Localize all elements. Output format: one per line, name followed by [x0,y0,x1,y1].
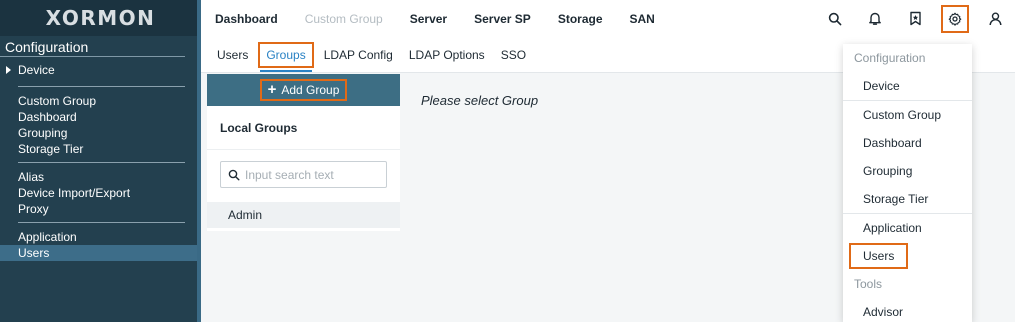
sidebar-item-device[interactable]: Device [0,63,201,81]
nav-custom-group[interactable]: Custom Group [305,12,383,26]
sidebar-item-grouping[interactable]: Grouping [0,125,201,141]
menu-item-application[interactable]: Application [843,214,972,242]
settings-dropdown: Configuration Device Custom Group Dashbo… [843,44,972,322]
bookmark-icon [909,11,921,26]
tab-users[interactable]: Users [217,48,248,62]
menu-item-dashboard[interactable]: Dashboard [843,129,972,157]
tab-ldap-options[interactable]: LDAP Options [409,48,485,62]
panel-title: Local Groups [207,106,400,150]
sidebar-item-custom-group[interactable]: Custom Group [0,93,201,109]
sidebar-item-users[interactable]: Users [0,245,197,261]
sidebar-section-title: Configuration [5,39,89,55]
menu-item-storage-tier[interactable]: Storage Tier [843,185,972,213]
menu-item-device[interactable]: Device [843,72,972,100]
nav-storage[interactable]: Storage [558,12,603,26]
top-navigation: Dashboard Custom Group Server Server SP … [201,0,1015,37]
nav-server[interactable]: Server [410,12,447,26]
user-menu-button[interactable] [975,0,1015,37]
sidebar-group-2: Alias Device Import/Export Proxy [0,163,201,217]
sidebar: XORMON Configuration Device Custom Group… [0,0,201,322]
nav-dashboard[interactable]: Dashboard [215,12,278,26]
sidebar-item-alias[interactable]: Alias [0,169,201,185]
settings-button[interactable] [935,0,975,37]
sidebar-item-application[interactable]: Application [0,229,201,245]
add-group-bar: + Add Group [207,74,400,106]
search-input[interactable] [245,167,385,182]
menu-item-custom-group[interactable]: Custom Group [843,101,972,129]
groups-panel: + Add Group Local Groups Admin [207,74,400,231]
plus-icon: + [267,81,277,98]
caret-right-icon [6,66,11,74]
sidebar-group-1: Custom Group Dashboard Grouping Storage … [0,87,201,157]
menu-item-grouping[interactable]: Grouping [843,157,972,185]
tab-ldap-config[interactable]: LDAP Config [324,48,393,62]
sidebar-item-proxy[interactable]: Proxy [0,201,201,217]
sidebar-item-device-import-export[interactable]: Device Import/Export [0,185,201,201]
toolbar-icons [815,0,1015,37]
search-icon [828,12,842,25]
search-button[interactable] [815,0,855,37]
add-group-label: Add Group [281,83,340,97]
search-icon [228,169,240,181]
app-logo: XORMON [0,0,201,36]
sidebar-item-storage-tier[interactable]: Storage Tier [0,141,201,157]
bookmarks-button[interactable] [895,0,935,37]
search-box[interactable] [220,161,387,188]
menu-header-tools: Tools [854,277,883,291]
menu-item-users-label: Users [849,243,909,269]
group-row-admin[interactable]: Admin [207,202,400,228]
tab-groups[interactable]: Groups [258,41,314,72]
user-icon [989,11,1001,25]
sidebar-item-label: Device [18,63,55,77]
sidebar-item-dashboard[interactable]: Dashboard [0,109,201,125]
search-wrapper [207,150,400,202]
add-group-button[interactable]: + Add Group [259,79,348,101]
nav-server-sp[interactable]: Server SP [474,12,531,26]
gear-icon [948,12,962,26]
settings-button-highlight [941,4,969,33]
tab-sso[interactable]: SSO [501,48,526,62]
nav-san[interactable]: SAN [630,12,655,26]
sidebar-group-3: Application Users [0,223,201,261]
sidebar-section-divider [0,56,185,57]
menu-item-users[interactable]: Users [843,242,972,270]
bell-icon [869,12,881,25]
menu-item-advisor[interactable]: Advisor [843,298,972,322]
notifications-button[interactable] [855,0,895,37]
menu-header-configuration: Configuration [854,51,926,65]
empty-state-hint: Please select Group [421,93,539,108]
